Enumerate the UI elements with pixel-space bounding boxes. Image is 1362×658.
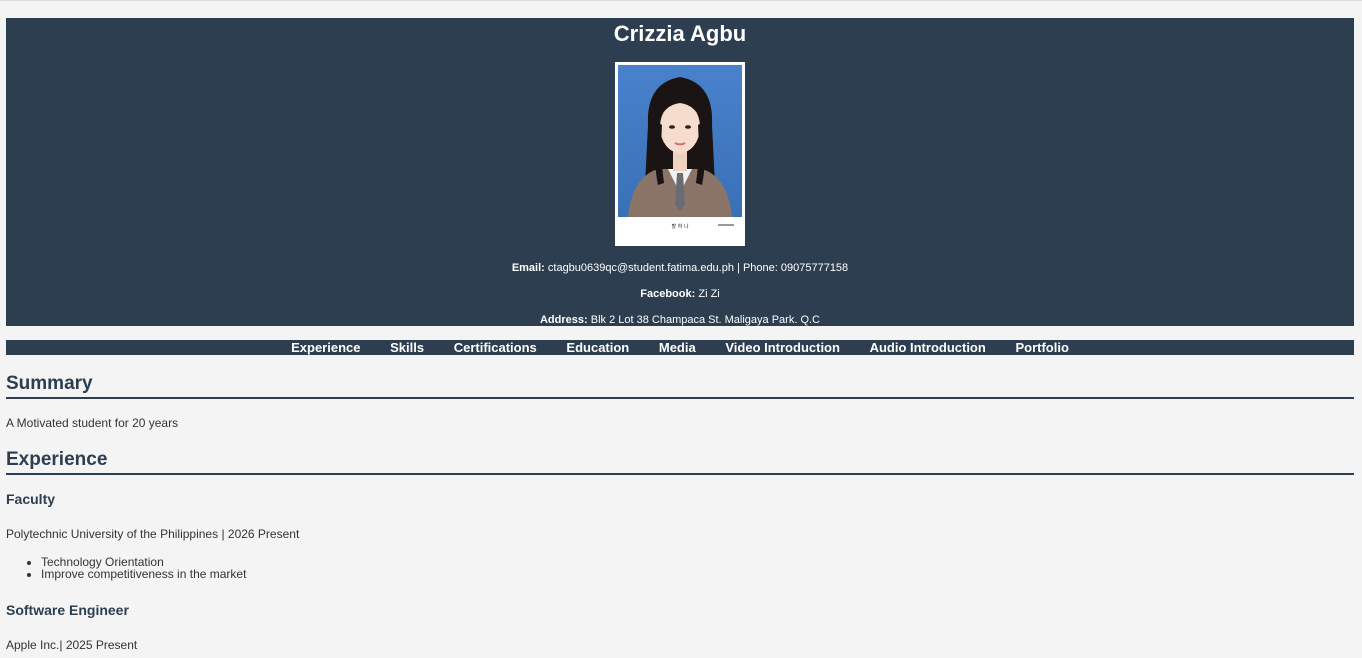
contact-line: Email: ctagbu0639qc@student.fatima.edu.p… [6, 261, 1354, 275]
nav-certifications[interactable]: Certifications [454, 340, 537, 355]
job-details: Apple Inc.| 2025 Present [6, 638, 138, 652]
nav-experience[interactable]: Experience [291, 340, 360, 355]
nav-portfolio[interactable]: Portfolio [1015, 340, 1068, 355]
photo-caption: 할 하 나 [672, 223, 689, 230]
summary-text: A Motivated student for 20 years [6, 416, 179, 430]
nav-education[interactable]: Education [566, 340, 629, 355]
job-title: Faculty [6, 491, 56, 507]
address-line: Address: Blk 2 Lot 38 Champaca St. Malig… [6, 313, 1354, 327]
list-item: Improve competitiveness in the market [41, 568, 246, 580]
job-details: Polytechnic University of the Philippine… [6, 527, 300, 541]
nav-audio-introduction[interactable]: Audio Introduction [870, 340, 986, 355]
experience-heading: Experience [6, 448, 1354, 475]
address-value: Blk 2 Lot 38 Champaca St. Maligaya Park.… [590, 314, 821, 326]
phone-value: 09075777158 [780, 262, 849, 274]
nav-video-introduction[interactable]: Video Introduction [725, 340, 840, 355]
facebook-label: Facebook: [640, 288, 696, 300]
phone-label: | Phone: [737, 262, 778, 274]
main-nav: Experience Skills Certifications Educati… [6, 340, 1354, 355]
job-title: Software Engineer [6, 602, 129, 618]
email-label: Email: [511, 262, 545, 274]
top-border [0, 0, 1362, 1]
nav-media[interactable]: Media [659, 340, 696, 355]
portrait-image: 할 하 나 [618, 65, 742, 232]
nav-skills[interactable]: Skills [390, 340, 424, 355]
profile-name: Crizzia Agbu [613, 21, 747, 46]
profile-header: Crizzia Agbu 할 하 나 Email: ctagbu0639qc@s… [6, 18, 1354, 326]
facebook-line: Facebook: Zi Zi [6, 287, 1354, 301]
email-value: ctagbu0639qc@student.fatima.edu.ph [547, 262, 734, 274]
address-label: Address: [539, 314, 588, 326]
facebook-value: Zi Zi [698, 288, 720, 300]
profile-photo: 할 하 나 [615, 62, 745, 246]
job-duties-list: Technology Orientation Improve competiti… [6, 556, 246, 580]
summary-heading: Summary [6, 372, 1354, 399]
